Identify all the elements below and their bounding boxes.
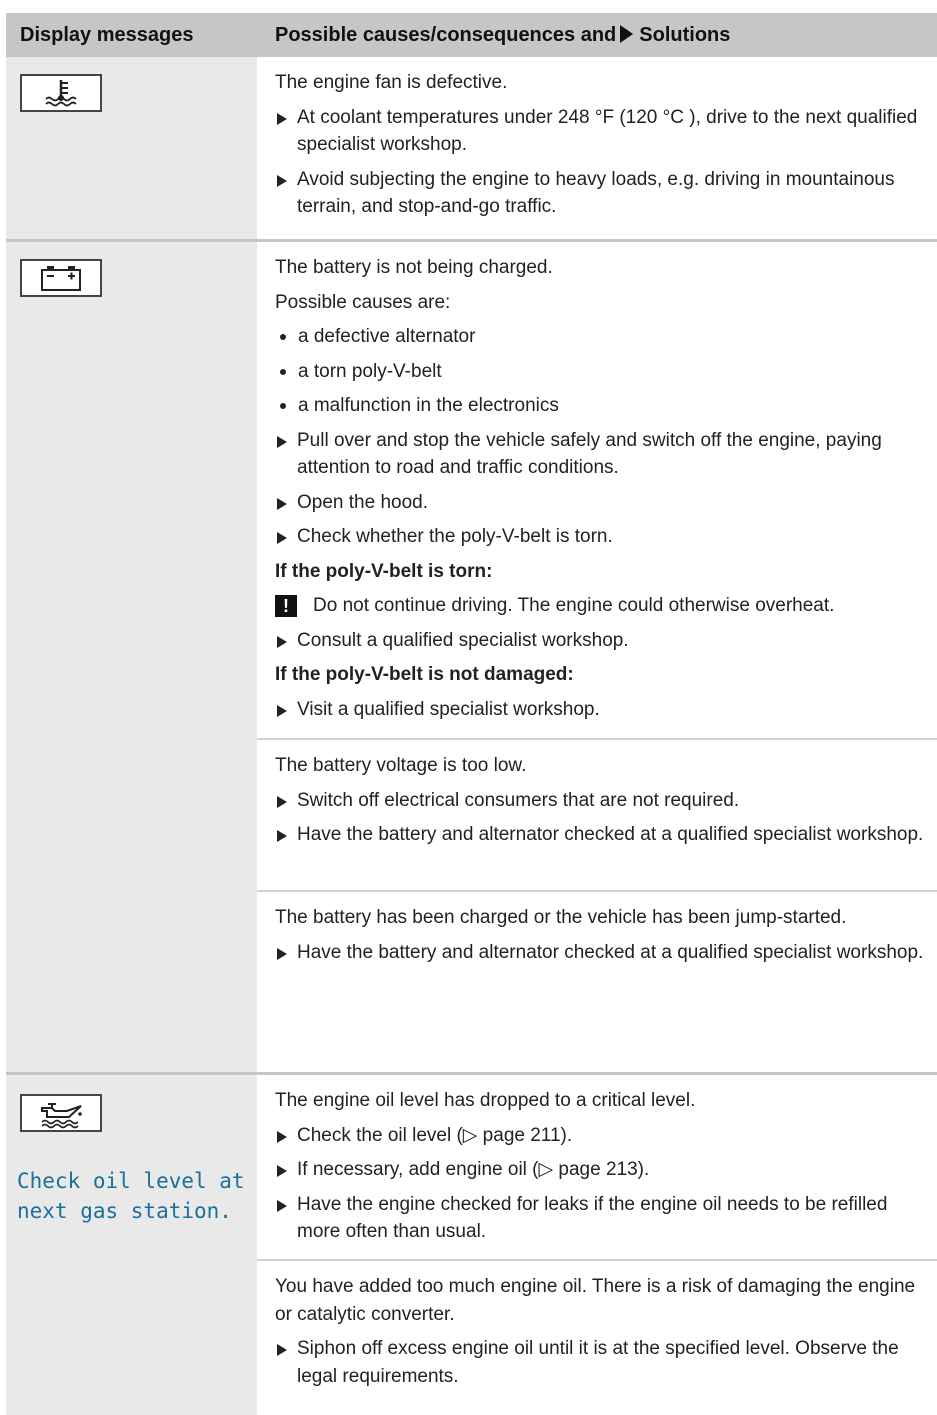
instruction-arrow-icon — [277, 704, 287, 717]
voltage-low-text: The battery voltage is too low. — [275, 755, 527, 776]
warning-note: ! Do not continue driving. The engine cou… — [275, 592, 933, 620]
oil-low-block: The engine oil level has dropped to a cr… — [257, 1075, 937, 1259]
instruction-text: If necessary, add engine oil (▷ page 213… — [297, 1159, 650, 1180]
not-charging-block: The battery is not being charged. Possib… — [257, 242, 937, 738]
cause-text: a defective alternator — [298, 326, 476, 347]
instruction-item: Visit a qualified specialist workshop. — [275, 696, 933, 724]
row-oil: Check oil level at next gas station. The… — [6, 1075, 937, 1415]
display-cell-coolant — [6, 57, 257, 239]
header-causes-label: Possible causes/consequences and — [275, 23, 617, 46]
instruction-text: Consult a qualified specialist workshop. — [297, 629, 629, 651]
instruction-item: Avoid subjecting the engine to heavy loa… — [275, 166, 933, 221]
instruction-text: Avoid subjecting the engine to heavy loa… — [297, 168, 895, 218]
cause-text: a torn poly-V-belt — [298, 360, 442, 382]
oil-high-text: You have added too much engine oil. Ther… — [275, 1276, 916, 1325]
instruction-text: Siphon off excess engine oil until it is… — [297, 1338, 899, 1387]
instruction-arrow-icon — [277, 947, 287, 960]
instruction-item: Switch off electrical consumers that are… — [275, 787, 933, 815]
instruction-item: At coolant temperatures under 248 °F (12… — [275, 104, 933, 159]
row-battery: The battery is not being charged. Possib… — [6, 242, 937, 1075]
instruction-arrow-icon — [277, 635, 287, 648]
instruction-item: Consult a qualified specialist workshop. — [275, 627, 933, 655]
cause-item: a defective alternator — [275, 323, 933, 351]
bullet-dot-icon — [280, 368, 286, 375]
instruction-arrow-icon — [277, 532, 287, 544]
instruction-arrow-icon — [277, 1165, 287, 1177]
warning-icon: ! — [275, 595, 297, 617]
instruction-item: Open the hood. — [275, 489, 933, 517]
instruction-item: If necessary, add engine oil (▷ page 213… — [275, 1156, 933, 1184]
header-display-messages: Display messages — [20, 23, 194, 46]
instruction-text: At coolant temperatures under 248 °F (12… — [297, 106, 918, 156]
instruction-item: Check whether the poly-V-belt is torn. — [275, 523, 933, 551]
solution-cell-coolant: The engine fan is defective. At coolant … — [257, 57, 937, 239]
instruction-item: Have the battery and alternator checked … — [275, 939, 933, 967]
oil-level-display-message: Check oil level at next gas station. — [17, 1169, 245, 1223]
oil-can-icon — [20, 1094, 102, 1132]
instruction-arrow-icon — [277, 1130, 287, 1143]
instruction-arrow-icon — [277, 830, 287, 842]
bullet-dot-icon — [280, 334, 286, 340]
fan-defective-block: The engine fan is defective. At coolant … — [257, 57, 937, 238]
instruction-text: Check whether the poly-V-belt is torn. — [297, 526, 613, 547]
instruction-arrow-icon — [277, 1344, 287, 1356]
instruction-text: Check the oil level (▷ page 211). — [297, 1124, 573, 1146]
not-damaged-heading: If the poly-V-belt is not damaged: — [275, 664, 574, 685]
warning-text: Do not continue driving. The engine coul… — [313, 595, 835, 616]
fan-defective-text: The engine fan is defective. — [275, 72, 508, 93]
instruction-item: Have the engine checked for leaks if the… — [275, 1191, 933, 1246]
triangle-arrow-icon — [620, 24, 634, 43]
instruction-text: Have the battery and alternator checked … — [297, 824, 924, 845]
instruction-text: Have the battery and alternator checked … — [297, 941, 924, 963]
instruction-text: Switch off electrical consumers that are… — [297, 789, 740, 811]
display-cell-battery — [6, 242, 257, 1072]
instruction-arrow-icon — [277, 1199, 287, 1212]
coolant-temperature-icon — [20, 74, 102, 112]
instruction-text: Have the engine checked for leaks if the… — [297, 1193, 888, 1243]
instruction-item: Siphon off excess engine oil until it is… — [275, 1335, 933, 1390]
instruction-arrow-icon — [277, 497, 287, 510]
display-cell-oil: Check oil level at next gas station. — [6, 1075, 257, 1415]
bullet-dot-icon — [280, 403, 286, 409]
instruction-text: Open the hood. — [297, 491, 428, 513]
instruction-arrow-icon — [277, 112, 287, 125]
cause-item: a malfunction in the electronics — [275, 392, 933, 420]
row-coolant: The engine fan is defective. At coolant … — [6, 57, 937, 242]
battery-charged-text: The battery has been charged or the vehi… — [275, 907, 847, 928]
instruction-arrow-icon — [277, 795, 287, 808]
table-header: Display messages Possible causes/consequ… — [6, 13, 937, 57]
instruction-arrow-icon — [277, 435, 287, 448]
instruction-item: Pull over and stop the vehicle safely an… — [275, 427, 933, 482]
cause-text: a malfunction in the electronics — [298, 395, 559, 416]
header-causes-solutions: Possible causes/consequences and Solution… — [257, 24, 937, 47]
not-charging-text: The battery is not being charged. — [275, 257, 553, 278]
header-solutions-label: Solutions — [639, 23, 731, 46]
instruction-item: Have the battery and alternator checked … — [275, 821, 933, 849]
instruction-arrow-icon — [277, 174, 287, 187]
instruction-text: Pull over and stop the vehicle safely an… — [297, 429, 882, 479]
instruction-item: Check the oil level (▷ page 211). — [275, 1122, 933, 1150]
solution-cell-oil: The engine oil level has dropped to a cr… — [257, 1075, 937, 1415]
possible-causes-text: Possible causes are: — [275, 291, 451, 313]
oil-high-block: You have added too much engine oil. Ther… — [257, 1259, 937, 1407]
voltage-low-block: The battery voltage is too low. Switch o… — [257, 738, 937, 890]
oil-low-text: The engine oil level has dropped to a cr… — [275, 1090, 696, 1111]
battery-charged-block: The battery has been charged or the vehi… — [257, 890, 937, 983]
battery-icon — [20, 259, 102, 297]
solution-cell-battery: The battery is not being charged. Possib… — [257, 242, 937, 1072]
instruction-text: Visit a qualified specialist workshop. — [297, 698, 600, 720]
torn-belt-heading: If the poly-V-belt is torn: — [275, 560, 493, 582]
cause-item: a torn poly-V-belt — [275, 358, 933, 386]
display-messages-table: Display messages Possible causes/consequ… — [6, 13, 937, 1415]
